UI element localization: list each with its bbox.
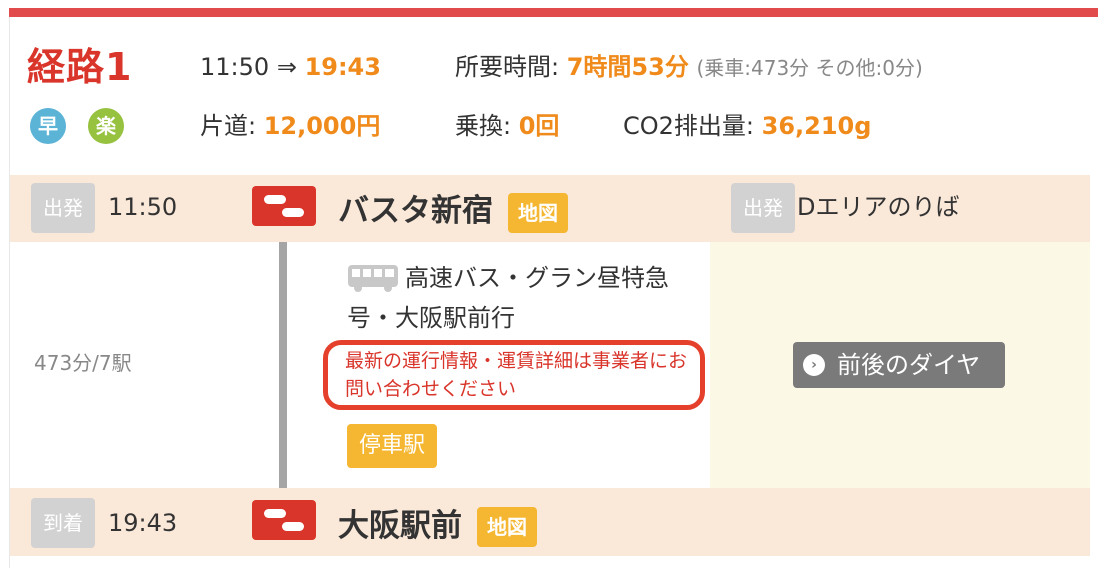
route-title: 経路1 (27, 45, 133, 89)
fast-badge: 早 (30, 108, 66, 144)
duration-value: 7時間53分 (566, 53, 689, 81)
departure-time: 11:50 (108, 193, 178, 221)
duration-detail: (乗車:473分 その他:0分) (696, 56, 923, 80)
arrival-station[interactable]: 大阪駅前 (338, 506, 462, 546)
transfer-value: 0回 (518, 112, 560, 140)
fare-value: 12,000円 (263, 112, 381, 140)
arrow-icon: ⇒ (276, 53, 297, 81)
co2-label: CO2排出量: (623, 112, 762, 140)
depart-time: 11:50 (200, 53, 270, 81)
timetable-button[interactable]: › 前後のダイヤ (793, 342, 1005, 388)
easy-badge: 楽 (88, 108, 124, 144)
fare-info: 片道: 12,000円 (200, 110, 380, 142)
top-accent-bar (9, 8, 1098, 17)
station-footprint-icon (252, 186, 316, 226)
stops-button[interactable]: 停車駅 (347, 424, 438, 468)
timetable-button-label: 前後のダイヤ (837, 351, 981, 379)
transfer-info: 乗換: 0回 (455, 110, 559, 142)
platform-tag: 出発 (731, 183, 795, 233)
arrival-time: 19:43 (108, 509, 178, 537)
departure-station[interactable]: バスタ新宿 (338, 191, 493, 231)
arrival-map-button[interactable]: 地図 (477, 507, 537, 547)
route-line (279, 242, 287, 488)
departure-map-button[interactable]: 地図 (508, 193, 568, 233)
fare-label: 片道: (200, 112, 264, 140)
arrival-tag: 到着 (31, 498, 95, 548)
co2-value: 36,210g (761, 112, 872, 140)
duration-info: 所要時間: 7時間53分 (乗車:473分 その他:0分) (455, 51, 923, 84)
transfer-label: 乗換: (455, 112, 519, 140)
arrive-time: 19:43 (304, 53, 381, 81)
duration-label: 所要時間: (455, 53, 567, 81)
chevron-right-icon: › (803, 354, 825, 376)
departure-platform: Dエリアのりば (797, 193, 960, 221)
station-footprint-icon (252, 500, 316, 540)
line-name[interactable]: 高速バス・グラン昼特急号・大阪駅前行 (347, 258, 687, 338)
operator-notice: 最新の運行情報・運賃詳細は事業者にお問い合わせください (345, 350, 688, 400)
segment-duration: 473分/7駅 (34, 351, 132, 375)
time-range: 11:50 ⇒ 19:43 (200, 51, 381, 83)
co2-info: CO2排出量: 36,210g (623, 110, 871, 142)
departure-tag: 出発 (31, 183, 95, 233)
